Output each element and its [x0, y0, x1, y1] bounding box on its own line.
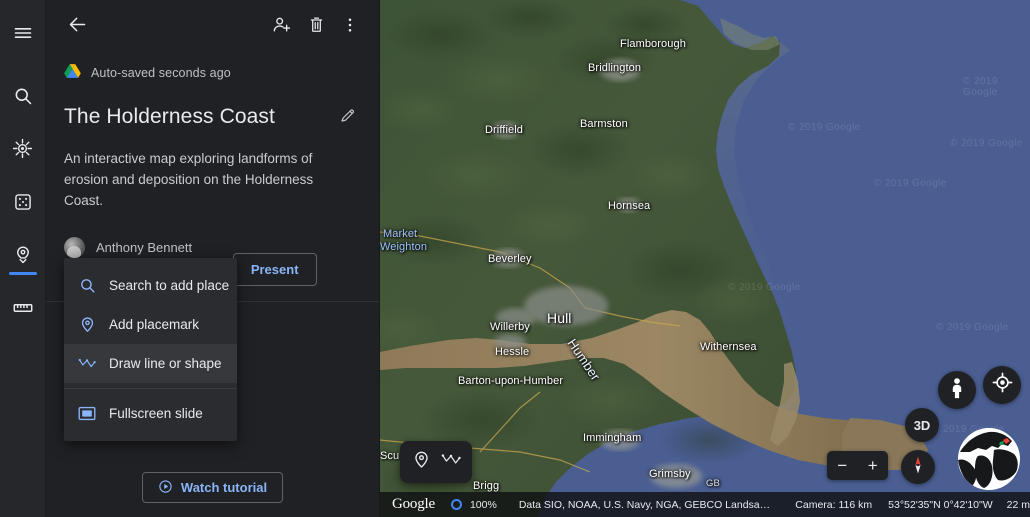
zoom-controls: − +	[827, 451, 888, 480]
toggle-3d-button[interactable]: 3D	[905, 408, 939, 442]
left-navigation-rail	[0, 0, 46, 517]
save-status-row: Auto-saved seconds ago	[46, 54, 379, 82]
google-drive-icon	[64, 63, 81, 84]
coordinates: 53°52'35"N 0°42'10"W	[888, 498, 993, 511]
rail-item-menu[interactable]	[0, 6, 46, 59]
pencil-icon	[339, 106, 357, 129]
map-viewport[interactable]: © 2019 Google © 2019 Google © 2019 Googl…	[380, 0, 1030, 517]
place-pin-icon	[13, 245, 33, 265]
back-button[interactable]	[60, 10, 94, 44]
map-draw-toolbar	[400, 441, 472, 483]
data-attribution: Data SIO, NOAA, U.S. Navy, NGA, GEBCO La…	[518, 498, 771, 511]
watch-tutorial-label: Watch tutorial	[180, 480, 268, 495]
menu-item-label: Fullscreen slide	[109, 406, 203, 421]
camera-altitude: Camera: 116 km	[795, 498, 873, 511]
menu-item-label: Add placemark	[109, 317, 200, 332]
satellite-imagery	[380, 0, 928, 517]
zoom-ring-icon	[450, 499, 462, 510]
globe-icon	[958, 428, 1020, 490]
author-row: Anthony Bennett	[46, 211, 379, 258]
edit-title-button[interactable]	[331, 100, 365, 134]
more-options-button[interactable]	[333, 10, 367, 44]
watch-tutorial-wrapper: Watch tutorial	[46, 472, 379, 503]
auto-save-status: Auto-saved seconds ago	[91, 66, 231, 80]
street-view-pegman-button[interactable]	[938, 371, 976, 409]
menu-item-add-placemark[interactable]: Add placemark	[64, 305, 237, 344]
map-tool-draw-line[interactable]	[438, 449, 464, 475]
zoom-in-button[interactable]: +	[858, 451, 889, 480]
delete-button[interactable]	[299, 10, 333, 44]
google-earth-projects-window: Auto-saved seconds ago The Holderness Co…	[0, 0, 1030, 517]
zoom-out-button[interactable]: −	[827, 451, 858, 480]
rail-item-im-feeling-lucky[interactable]	[0, 175, 46, 228]
rail-item-voyager[interactable]	[0, 122, 46, 175]
dice-icon	[13, 192, 33, 212]
ruler-icon	[12, 297, 34, 319]
elevation: 22 m	[1006, 498, 1030, 511]
project-title: The Holderness Coast	[64, 105, 275, 128]
search-icon	[13, 86, 33, 106]
google-logo: Google	[392, 496, 435, 512]
my-location-button[interactable]	[983, 366, 1021, 404]
watch-tutorial-button[interactable]: Watch tutorial	[141, 472, 284, 503]
ships-wheel-icon	[12, 138, 33, 159]
title-row: The Holderness Coast	[46, 82, 379, 134]
map-tool-add-placemark[interactable]	[408, 449, 434, 475]
compass-button[interactable]	[901, 450, 935, 484]
present-label: Present	[250, 262, 299, 277]
compass-needle-icon	[906, 453, 930, 482]
fullscreen-slide-icon	[78, 405, 96, 423]
menu-item-label: Search to add place	[109, 278, 230, 293]
polyline-icon	[441, 452, 461, 472]
present-button[interactable]: Present	[232, 253, 317, 286]
menu-item-fullscreen-slide[interactable]: Fullscreen slide	[64, 394, 237, 433]
project-description: An interactive map exploring landforms o…	[64, 151, 314, 208]
placemark-pin-icon	[412, 450, 431, 474]
polyline-icon	[78, 355, 96, 373]
pegman-icon	[947, 377, 967, 404]
placemark-pin-icon	[78, 316, 96, 334]
map-status-bar: Google 100% Data SIO, NOAA, U.S. Navy, N…	[380, 492, 1030, 517]
search-icon	[78, 277, 96, 295]
menu-separator	[64, 388, 237, 389]
person-add-icon	[272, 15, 292, 40]
trash-icon	[307, 15, 326, 39]
hamburger-icon	[13, 23, 33, 43]
crosshair-location-icon	[992, 372, 1013, 398]
menu-item-draw-line-or-shape[interactable]: Draw line or shape	[64, 344, 237, 383]
rail-item-search[interactable]	[0, 69, 46, 122]
panel-toolbar	[46, 0, 379, 54]
zoom-percent: 100%	[469, 498, 497, 511]
menu-item-label: Draw line or shape	[109, 356, 222, 371]
play-circle-icon	[158, 479, 173, 497]
menu-item-search-to-add-place[interactable]: Search to add place	[64, 266, 237, 305]
arrow-left-icon	[67, 14, 88, 40]
more-vertical-icon	[341, 16, 359, 39]
new-feature-menu: Search to add place Add placemark Draw l…	[64, 258, 237, 441]
rail-item-my-places[interactable]	[0, 228, 46, 281]
share-button[interactable]	[265, 10, 299, 44]
rail-item-measure[interactable]	[0, 281, 46, 334]
globe-overview-button[interactable]	[958, 428, 1020, 490]
three-d-label: 3D	[913, 417, 931, 433]
